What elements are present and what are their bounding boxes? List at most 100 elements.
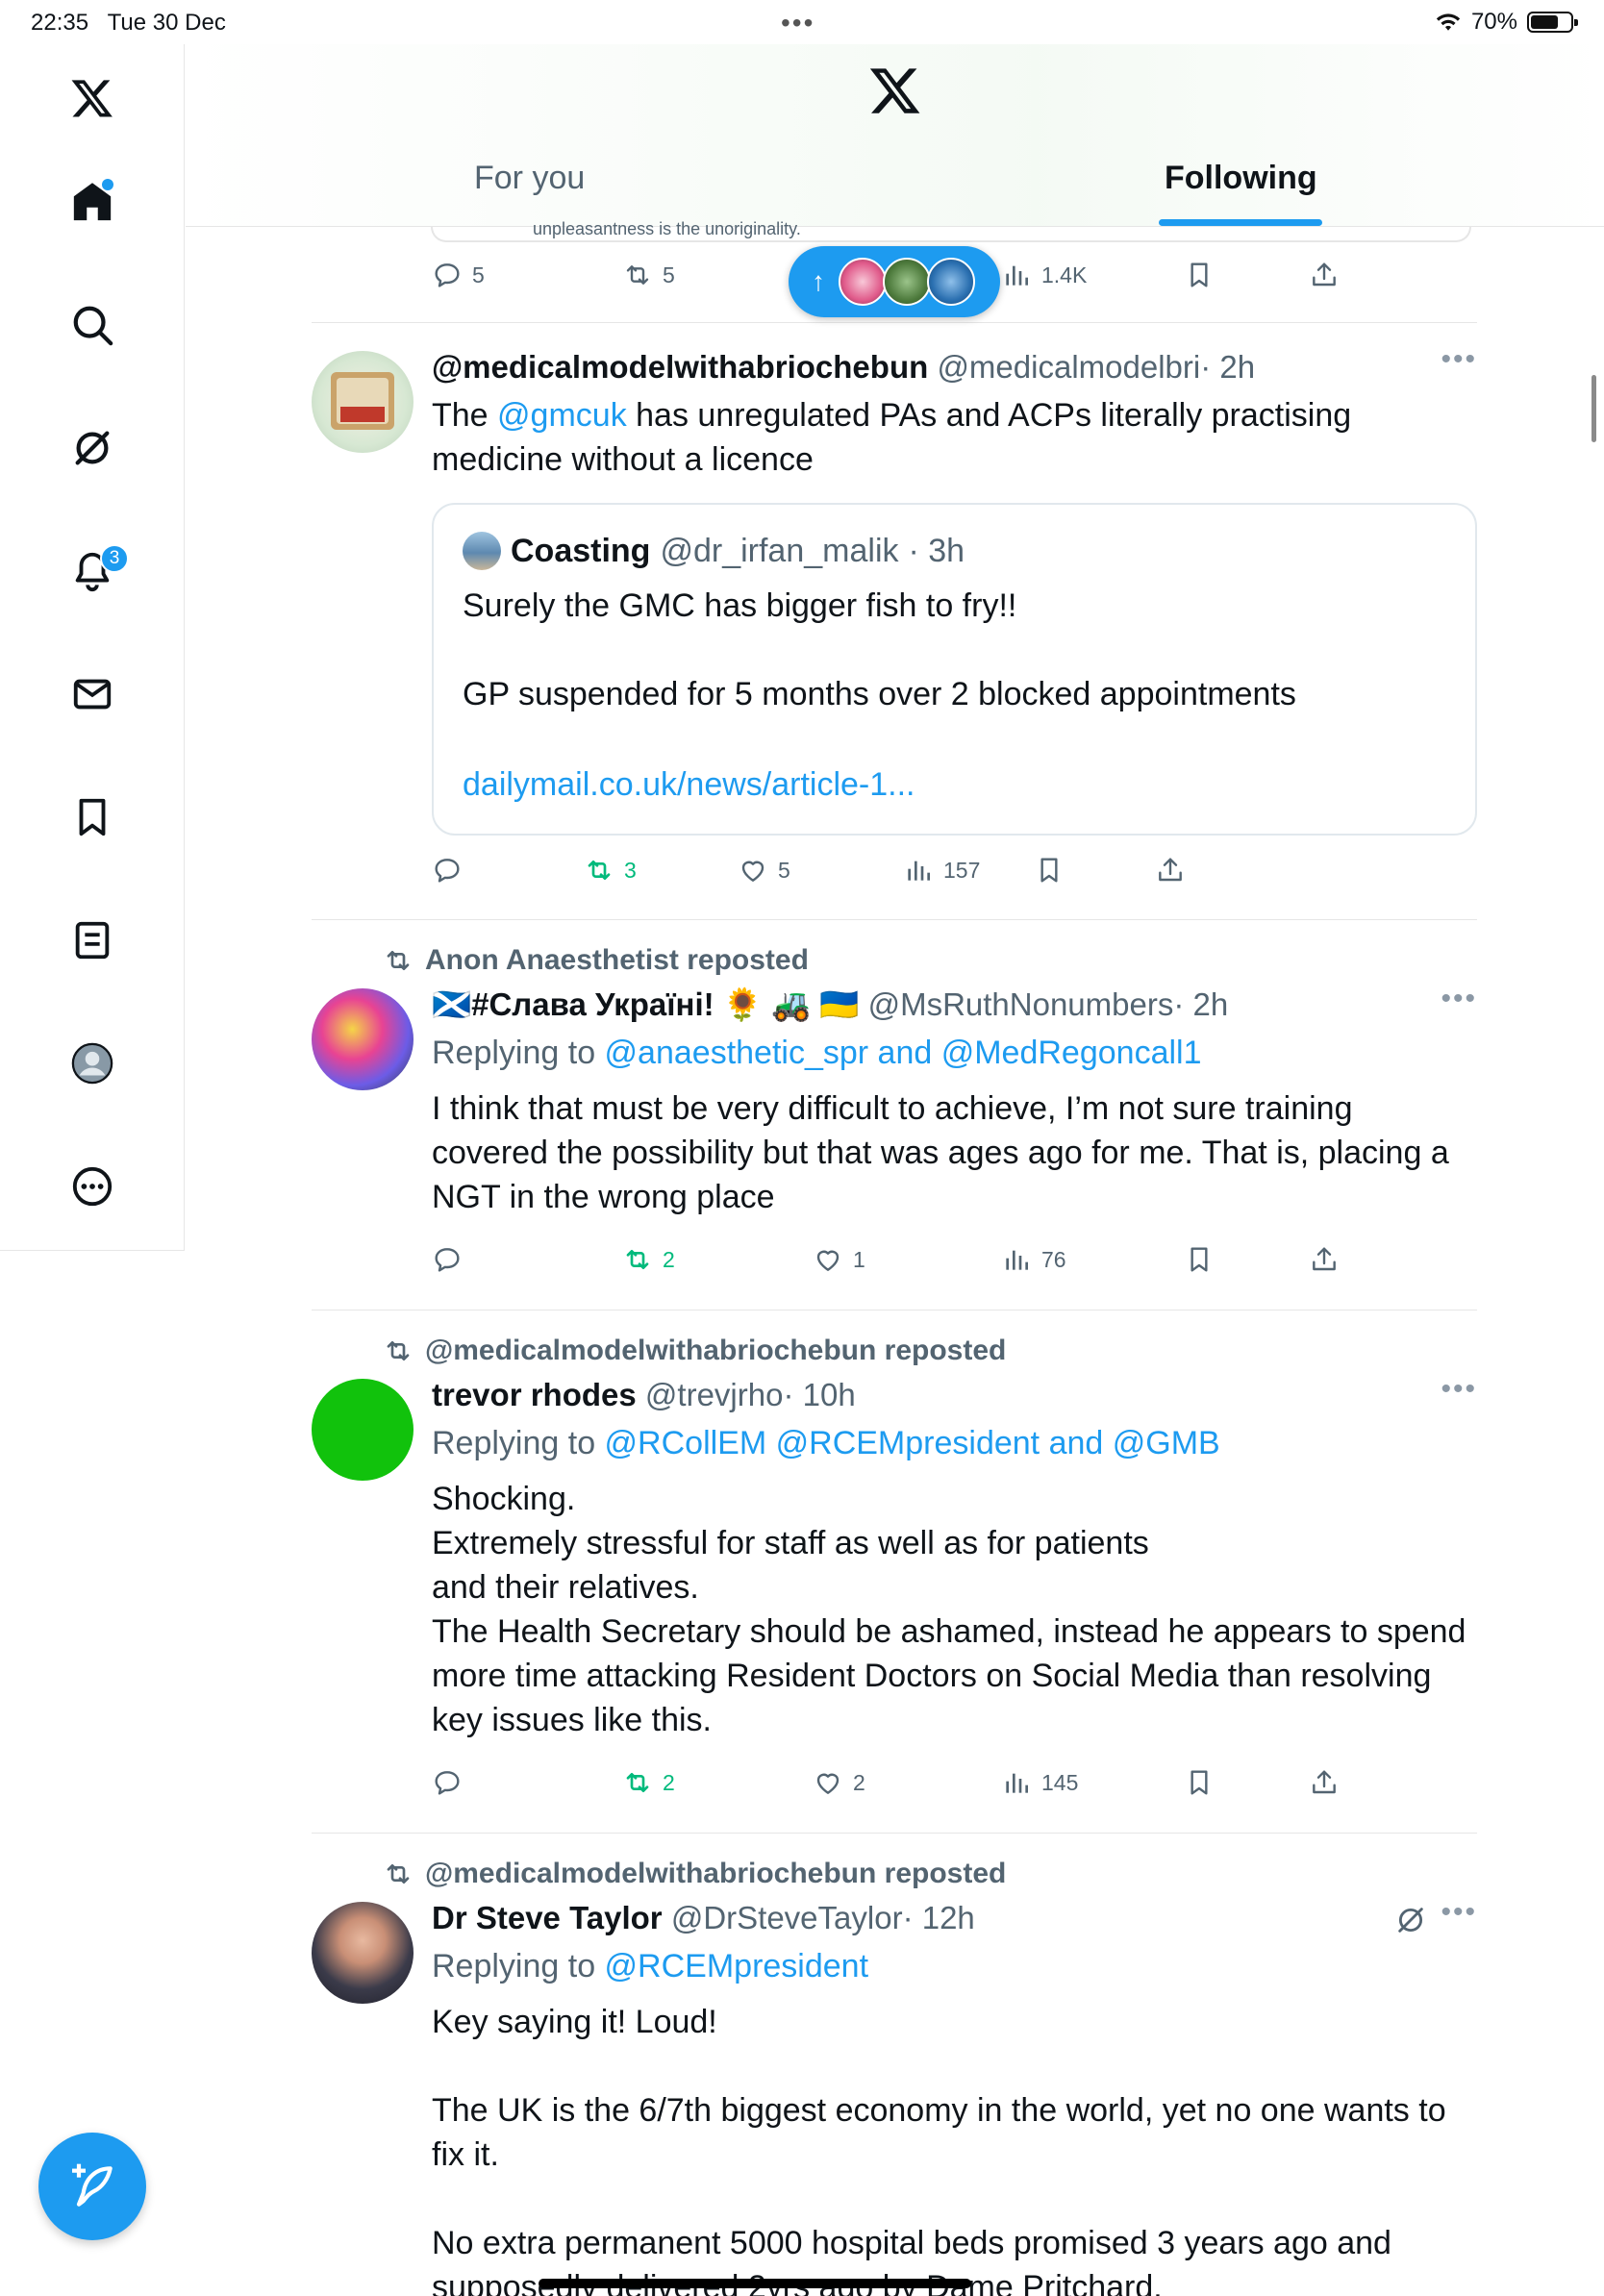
bookmark-button[interactable] [1184,1767,1215,1798]
share-button[interactable] [1309,260,1340,290]
repost-icon [626,1250,649,1269]
author-handle[interactable]: @trevjrho [645,1377,784,1412]
author-name[interactable]: 🏴󠁧󠁢󠁳󠁣󠁴󠁿#Слава Україні! 🌻 🚜 🇺🇦 [432,986,859,1022]
views-button[interactable]: 1.4K [1001,260,1087,290]
views-button[interactable]: 145 [1001,1767,1078,1798]
compose-feather-icon [72,2163,113,2207]
views-button[interactable]: 76 [1001,1244,1066,1275]
more-options-icon[interactable]: ••• [1441,1896,1477,1929]
share-button[interactable] [1309,1767,1340,1798]
quote-time: · 3h [908,532,965,569]
like-count: 2 [853,1769,865,1795]
author-handle[interactable]: @DrSteveTaylor [671,1900,903,1935]
x-logo-icon[interactable] [54,60,131,137]
reply-mentions[interactable]: @RCEMpresident [605,1948,869,1984]
views-button[interactable]: 157 [903,855,980,886]
reply-icon [435,1771,460,1795]
sidebar-item-grok[interactable] [54,410,131,487]
sidebar-item-lists[interactable] [54,902,131,979]
author-name[interactable]: @medicalmodelwithabriochebun [432,349,928,385]
avatar[interactable] [312,988,414,1090]
tweet[interactable]: Anon Anaesthetist reposted 🏴󠁧󠁢󠁳󠁣󠁴󠁿#Слава… [312,921,1477,1310]
repost-button[interactable]: 2 [622,1244,675,1275]
sidebar-item-messages[interactable] [54,656,131,733]
reply-button[interactable] [432,855,472,886]
bookmark-button[interactable] [1184,260,1215,290]
more-options-icon[interactable]: ••• [1441,1373,1477,1406]
repost-context-text[interactable]: @medicalmodelwithabriochebun reposted [425,1335,1006,1367]
avatar[interactable] [312,1902,414,2004]
arrow-up-icon: ↑ [812,266,825,296]
multitasking-dots-icon[interactable]: ••• [781,8,815,38]
repost-button[interactable]: 2 [622,1767,675,1798]
repost-context-text[interactable]: Anon Anaesthetist reposted [425,944,809,977]
author-name[interactable]: Dr Steve Taylor [432,1900,663,1935]
compose-post-button[interactable] [38,2133,146,2240]
repost-button[interactable]: 3 [584,855,637,886]
reply-mentions[interactable]: @anaesthetic_spr and @MedRegoncall1 [605,1035,1202,1071]
home-indicator[interactable] [539,2279,971,2288]
like-count: 1 [853,1246,865,1272]
repost-icon [626,265,649,285]
bookmark-icon [1190,262,1208,287]
tweet-text: Shocking. Extremely stressful for staff … [432,1481,1466,1738]
like-count: 5 [778,857,790,883]
repost-icon [387,951,410,970]
sidebar-item-explore[interactable] [54,287,131,363]
avatar[interactable] [312,351,414,453]
like-button[interactable]: 1 [813,1244,865,1275]
tweet[interactable]: @medicalmodelwithabriochebun reposted Dr… [312,1834,1477,2296]
reply-button[interactable] [432,1767,472,1798]
sidebar-item-profile[interactable] [54,1025,131,1102]
tweet-time[interactable]: · 12h [903,1900,975,1935]
sidebar-item-bookmarks[interactable] [54,779,131,856]
new-posts-pill[interactable]: ↑ [789,246,1000,317]
sidebar-item-more[interactable] [54,1148,131,1225]
tab-for-you[interactable]: For you [474,160,585,227]
author-name[interactable]: trevor rhodes [432,1377,637,1412]
quote-link[interactable]: dailymail.co.uk/news/article-1... [463,766,915,804]
views-chart-icon [1006,1773,1028,1793]
sidebar-item-notifications[interactable]: 3 [54,533,131,610]
repost-button[interactable]: 5 [622,260,675,290]
tweet-text: I think that must be very difficult to a… [432,1090,1449,1215]
bookmark-icon [1190,1247,1208,1272]
tweet[interactable]: @medicalmodelwithabriochebun reposted tr… [312,1311,1477,1834]
repost-icon [387,1341,410,1360]
author-handle[interactable]: @MsRuthNonumbers [868,986,1174,1022]
bookmark-button[interactable] [1034,855,1065,886]
replying-to: Replying to @RCEMpresident [432,1948,869,1984]
like-button[interactable]: 2 [813,1767,865,1798]
bookmark-button[interactable] [1184,1244,1215,1275]
reply-mentions[interactable]: @RCollEM @RCEMpresident and @GMB [605,1425,1220,1461]
quoted-tweet-card[interactable]: Coasting @dr_irfan_malik · 3h Surely the … [432,503,1477,836]
avatar[interactable] [312,1379,414,1481]
quote-header: Coasting @dr_irfan_malik · 3h [463,532,965,570]
reply-button[interactable] [432,1244,472,1275]
sidebar-item-home[interactable] [54,163,131,240]
grok-icon[interactable] [1394,1904,1427,1936]
views-chart-icon [1006,1250,1028,1270]
author-handle[interactable]: @medicalmodelbri [937,349,1200,385]
views-count: 1.4K [1041,262,1088,287]
repost-context-text[interactable]: @medicalmodelwithabriochebun reposted [425,1858,1006,1890]
tweet-time[interactable]: · 2h [1200,349,1255,385]
reply-button[interactable]: 5 [432,260,485,290]
sidebar: 3 [0,44,185,1251]
tweet[interactable]: @medicalmodelwithabriochebun @medicalmod… [312,324,1477,920]
tweet-header: @medicalmodelwithabriochebun @medicalmod… [432,349,1255,386]
tweet-header: Dr Steve Taylor @DrSteveTaylor· 12h [432,1900,975,1936]
share-button[interactable] [1309,1244,1340,1275]
tab-following[interactable]: Following [1165,160,1317,227]
status-right: 70% [1435,9,1578,36]
more-options-icon[interactable]: ••• [1441,343,1477,376]
scrollbar[interactable] [1591,375,1596,442]
like-button[interactable]: 5 [738,855,790,886]
tweet-time[interactable]: · 2h [1173,986,1228,1022]
mention-link[interactable]: @gmcuk [497,397,627,434]
share-button[interactable] [1155,855,1186,886]
x-logo-icon[interactable] [868,63,922,117]
envelope-icon [73,679,112,710]
tweet-time[interactable]: · 10h [783,1377,855,1412]
more-options-icon[interactable]: ••• [1441,983,1477,1015]
